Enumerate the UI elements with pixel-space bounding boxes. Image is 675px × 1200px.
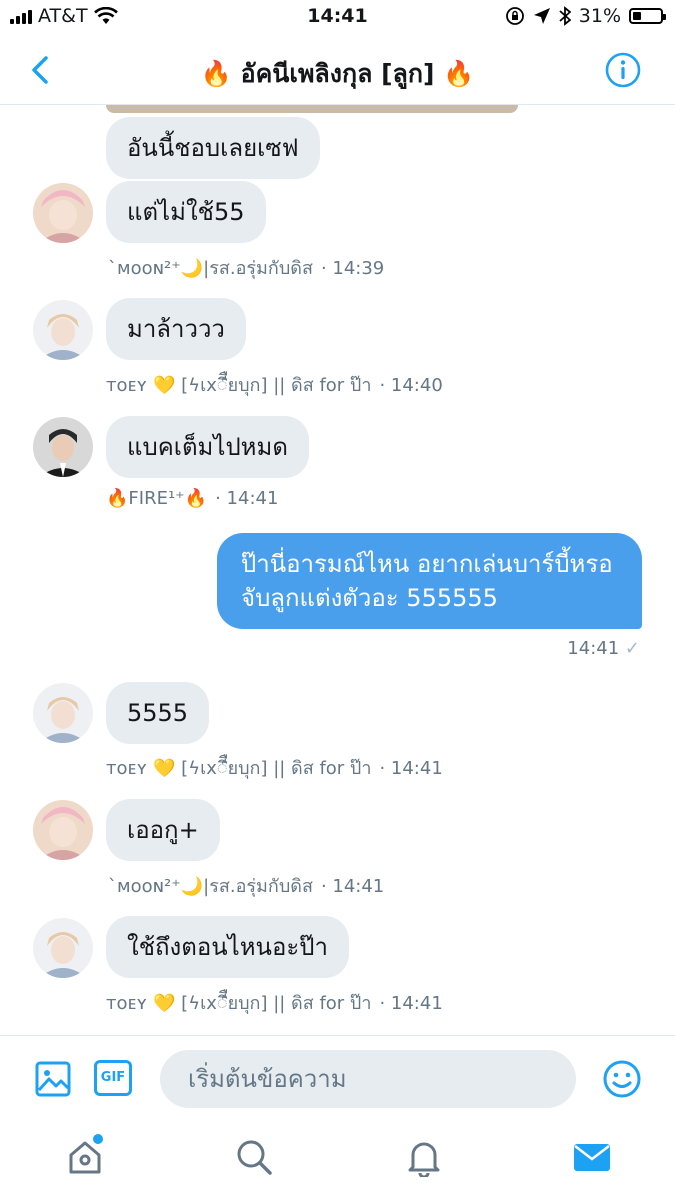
sender-name[interactable]: ᴛᴏᴇʏ 💛 [ϟเxꢶีืยบุก] || ดิส for ป๊า <box>106 375 371 396</box>
message-bubble-incoming[interactable]: เออกู+ <box>106 799 220 861</box>
message-meta: `ᴍᴏᴏɴ²⁺🌙|รส.อรุ่มกับดิส · 14:39 <box>108 253 384 282</box>
message-time: · 14:39 <box>320 258 385 279</box>
bell-icon[interactable] <box>404 1137 444 1177</box>
mail-icon[interactable] <box>572 1137 612 1177</box>
sender-name[interactable]: ᴛᴏᴇʏ 💛 [ϟเxꢶีืยบุก] || ดิส for ป๊า <box>106 758 371 779</box>
message-time: · 14:40 <box>379 375 443 396</box>
avatar[interactable] <box>33 918 93 978</box>
message-thread[interactable]: อันนี้ชอบเลยเซฟ แต่ไม่ใช้55 `ᴍᴏᴏɴ²⁺🌙|รส.… <box>0 105 675 1035</box>
sender-name[interactable]: ᴛᴏᴇʏ 💛 [ϟเxꢶีืยบุก] || ดิส for ป๊า <box>106 993 371 1014</box>
message-bubble-incoming[interactable]: แบคเต็มไปหมด <box>106 416 309 478</box>
message-bubble-incoming[interactable]: อันนี้ชอบเลยเซฟ <box>106 117 320 179</box>
message-bubble-incoming[interactable]: มาล้าววว <box>106 298 246 360</box>
avatar[interactable] <box>33 683 93 743</box>
message-input[interactable]: เริ่มต้นข้อความ <box>160 1050 576 1108</box>
avatar[interactable] <box>33 300 93 360</box>
avatar[interactable] <box>33 183 93 243</box>
image-icon[interactable] <box>34 1060 72 1098</box>
message-meta: ᴛᴏᴇʏ 💛 [ϟเxꢶีืยบุก] || ดิส for ป๊า · 14:4… <box>106 753 443 782</box>
message-bubble-incoming[interactable]: 5555 <box>106 682 210 744</box>
status-bar: AT&T 14:41 31% <box>0 0 675 36</box>
battery-icon <box>629 8 666 24</box>
message-meta: `ᴍᴏᴏɴ²⁺🌙|รส.อรุ่มกับดิส · 14:41 <box>108 871 384 900</box>
message-meta: ᴛᴏᴇʏ 💛 [ϟเxꢶีืยบุก] || ดิส for ป๊า · 14:4… <box>106 370 443 399</box>
message-time: · 14:41 <box>379 758 443 779</box>
message-time: · 14:41 <box>320 876 385 897</box>
message-time: · 14:41 <box>215 488 279 509</box>
message-bubble-outgoing[interactable]: ป๊านี่อารมณ์ไหน อยากเล่นบาร์บี้หรอ จับลู… <box>217 533 642 629</box>
search-icon[interactable] <box>234 1137 274 1177</box>
message-time: · 14:41 <box>379 993 443 1014</box>
conversation-title: 🔥 อัคนีเพลิงกุล [ลูก] 🔥 <box>200 59 475 88</box>
gif-icon[interactable]: GIF <box>94 1060 132 1096</box>
tab-bar <box>0 1121 675 1200</box>
location-icon <box>533 8 550 24</box>
conversation-header: 🔥 อัคนีเพลิงกุล [ลูก] 🔥 <box>0 36 675 105</box>
message-bubble-incoming[interactable]: แต่ไม่ใช้55 <box>106 181 266 243</box>
sender-name[interactable]: `ᴍᴏᴏɴ²⁺🌙|รส.อรุ่มกับดิส <box>108 876 313 897</box>
avatar[interactable] <box>33 800 93 860</box>
info-icon[interactable] <box>605 52 641 88</box>
read-check-icon: ✓ <box>624 638 640 659</box>
message-meta: 🔥FIRE¹⁺🔥 · 14:41 <box>106 488 278 509</box>
sender-name[interactable]: 🔥FIRE¹⁺🔥 <box>106 488 207 509</box>
message-meta: ᴛᴏᴇʏ 💛 [ϟเxꢶีืยบุก] || ดิส for ป๊า · 14:4… <box>106 988 443 1017</box>
message-bubble-incoming[interactable]: ใช้ถึงตอนไหนอะป๊า <box>106 916 349 978</box>
battery-percent: 31% <box>578 5 621 27</box>
sender-name[interactable]: `ᴍᴏᴏɴ²⁺🌙|รส.อรุ่มกับดิส <box>108 258 313 279</box>
message-composer: GIF เริ่มต้นข้อความ <box>0 1035 675 1122</box>
emoji-icon[interactable] <box>602 1059 642 1099</box>
media-attachment-preview[interactable] <box>106 105 518 113</box>
avatar[interactable] <box>33 417 93 477</box>
notification-dot <box>93 1134 103 1144</box>
message-time: 14:41 <box>567 638 620 659</box>
orientation-lock-icon <box>505 7 524 25</box>
message-meta: 14:41 ✓ <box>567 638 640 659</box>
bluetooth-icon <box>559 6 571 26</box>
